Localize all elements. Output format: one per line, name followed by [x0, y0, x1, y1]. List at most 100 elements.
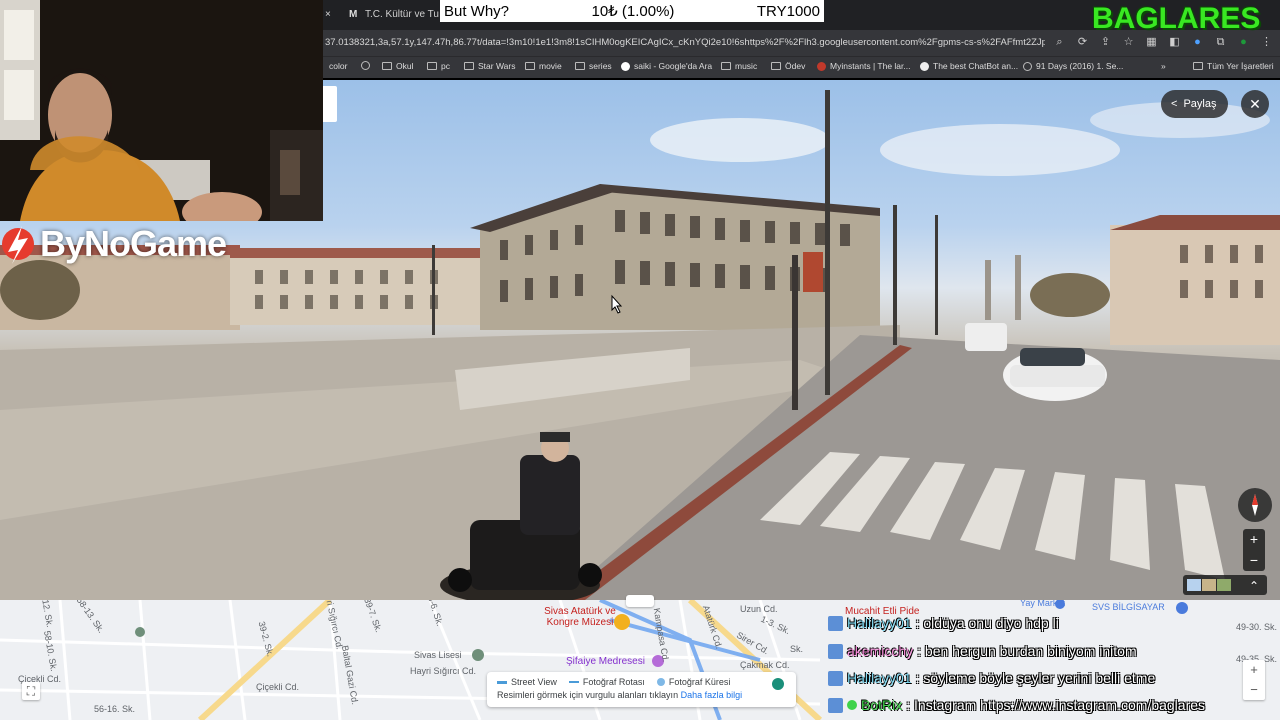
star-icon[interactable]: ☆: [1121, 35, 1136, 50]
learn-more-link[interactable]: Daha fazla bilgi: [681, 690, 743, 700]
donation-title: But Why?: [444, 2, 510, 20]
sponsor-logo: ByNoGame: [0, 222, 227, 266]
donation-goal: TRY1000: [756, 2, 820, 20]
tab-title[interactable]: T.C. Kültür ve Turizm: [365, 4, 439, 26]
bookmark-okul-folder[interactable]: Okul: [382, 61, 413, 71]
legend-hint: Resimleri görmek için vurgulu alanları t…: [497, 690, 742, 700]
compass-icon[interactable]: [1238, 488, 1272, 522]
legend-items: Street View Fotoğraf Rotası Fotoğraf Kür…: [497, 677, 730, 687]
chatbot-icon: [920, 61, 929, 71]
bookmark-label: Ödev: [785, 61, 806, 71]
legend-street-view: Street View: [497, 677, 557, 687]
profile-icon[interactable]: ●: [1236, 35, 1251, 50]
coverage-legend: Street View Fotoğraf Rotası Fotoğraf Kür…: [487, 672, 796, 707]
map-poi-museum[interactable]: Sivas Atatürk ve Kongre Müzesi: [530, 606, 630, 628]
chat-username: BotRix: [861, 697, 903, 713]
bookmark-myinstants[interactable]: Myinstants | The lar...: [817, 61, 910, 71]
folder-icon: [1193, 62, 1203, 70]
close-icon[interactable]: ×: [325, 4, 337, 26]
bookmark-label: music: [735, 61, 758, 71]
folder-icon: [382, 62, 392, 70]
chat-username: akemicchy: [847, 643, 914, 659]
street-label: 56-16. Sk.: [94, 704, 136, 714]
legend-label: Fotoğraf Küresi: [668, 677, 731, 687]
thumbnail-strip: ⌃: [1187, 579, 1259, 593]
bookmark-music[interactable]: music: [721, 61, 757, 71]
all-bookmarks[interactable]: Tüm Yer İşaretleri: [1193, 61, 1274, 71]
map-poi-medrese[interactable]: Şifaiye Medresesi: [566, 656, 645, 667]
reload-icon[interactable]: ⟳: [1075, 35, 1090, 50]
collapse-panel-button[interactable]: [323, 86, 337, 122]
street-label: Hayri Sığırcı Cd.: [410, 666, 477, 676]
bookmark-label: series: [589, 61, 612, 71]
translate-icon[interactable]: ▦: [1144, 35, 1159, 50]
bookmark-pc[interactable]: pc: [427, 61, 450, 71]
bookmark-label: 91 Days (2016) 1. Se...: [1036, 61, 1124, 71]
legend-photo-route: Fotoğraf Rotası: [568, 677, 645, 687]
bookmark-star-wars[interactable]: Star Wars: [464, 61, 515, 71]
extension-icon[interactable]: ◧: [1167, 35, 1182, 50]
zoom-in-button[interactable]: +: [1243, 529, 1265, 550]
vpn-icon[interactable]: ●: [1190, 35, 1205, 50]
map-poi-market[interactable]: Yay Market: [1020, 600, 1065, 608]
bookmark-chatbot[interactable]: The best ChatBot an...: [920, 61, 1018, 71]
kick-icon: [828, 615, 843, 631]
kick-icon: [828, 670, 843, 686]
street-label: Çakmak Cd.: [740, 660, 790, 670]
menu-icon[interactable]: ⋮: [1259, 35, 1274, 50]
chat-text: : söyleme böyle şeyler yerini belli etme: [915, 670, 1156, 686]
chat-username: Halilayy01: [847, 615, 912, 631]
imagery-thumbnails[interactable]: ⌃: [1183, 575, 1267, 595]
donation-ticker: But Why? 10₺ (1.00%) TRY1000: [440, 0, 824, 22]
folder-icon: [771, 62, 781, 70]
bookmark-saiki[interactable]: saiki - Google'da Ara: [621, 61, 712, 71]
chat-message: Halilayy01 : oldüya onu diyo hdp li: [828, 612, 1059, 634]
bookmark-label: color: [329, 61, 348, 71]
close-button[interactable]: ✕: [1241, 90, 1269, 118]
bookmarks-overflow-button[interactable]: »: [1161, 61, 1166, 71]
bookmark-movie[interactable]: movie: [525, 61, 562, 71]
bookmark-label: Myinstants | The lar...: [830, 61, 911, 71]
bookmark-label: Tüm Yer İşaretleri: [1207, 61, 1274, 71]
screen: × M T.C. Kültür ve Turizm 37.0138321,3a,…: [0, 0, 1280, 720]
url-field[interactable]: 37.0138321,3a,57.1y,147.47h,86.77t/data=…: [325, 37, 1045, 48]
chat-text: : ben hergun burdan biniyom initom: [917, 643, 1137, 659]
webcam-graphic: [0, 0, 323, 221]
verified-icon: [847, 700, 857, 710]
bookmark-91-days[interactable]: 91 Days (2016) 1. Se...: [1023, 61, 1123, 71]
share-button[interactable]: < Paylaş: [1161, 90, 1229, 118]
chat-message: akemicchy : ben hergun burdan biniyom in…: [828, 640, 1137, 662]
gmail-icon: M: [349, 9, 358, 20]
map-resize-handle[interactable]: [626, 595, 654, 607]
street-label: Sk.: [790, 644, 804, 654]
chat-text: : Instagram https://www.instagram.com/ba…: [906, 697, 1206, 713]
zoom-control: + −: [1243, 529, 1265, 571]
chrome-icon: [361, 61, 370, 70]
bookmark-okul[interactable]: [361, 61, 370, 70]
zoom-icon[interactable]: ⌕: [1052, 35, 1067, 50]
bookmark-color[interactable]: color: [329, 61, 347, 71]
coverage-toggle[interactable]: [772, 678, 784, 690]
bookmark-label: movie: [539, 61, 562, 71]
bookmark-odev[interactable]: Ödev: [771, 61, 805, 71]
folder-icon: [427, 62, 437, 70]
street-label: Çiçekli Cd.: [256, 682, 300, 692]
chat-message: BotRix : Instagram https://www.instagram…: [828, 694, 1205, 716]
donation-amount: 10₺ (1.00%): [591, 3, 675, 20]
legend-hint-text: Resimleri görmek için vurgulu alanları t…: [497, 690, 679, 700]
google-icon: [621, 61, 630, 71]
fullscreen-icon[interactable]: ⛶: [22, 682, 40, 700]
legend-photo-sphere: Fotoğraf Küresi: [656, 677, 731, 687]
webcam-overlay: [0, 0, 323, 221]
bookmark-series[interactable]: series: [575, 61, 612, 71]
zoom-out-button[interactable]: −: [1243, 550, 1265, 571]
folder-icon: [464, 62, 474, 70]
bookmark-label: The best ChatBot an...: [933, 61, 1019, 71]
chat-username: Halilayy01: [847, 670, 912, 686]
svg-text:⌃: ⌃: [1249, 579, 1259, 593]
line-icon: [497, 680, 507, 684]
share-icon[interactable]: ⇪: [1098, 35, 1113, 50]
chat-text: : oldüya onu diyo hdp li: [915, 615, 1059, 631]
puzzle-icon[interactable]: ⧉: [1213, 35, 1228, 50]
site-icon: [1023, 61, 1032, 71]
